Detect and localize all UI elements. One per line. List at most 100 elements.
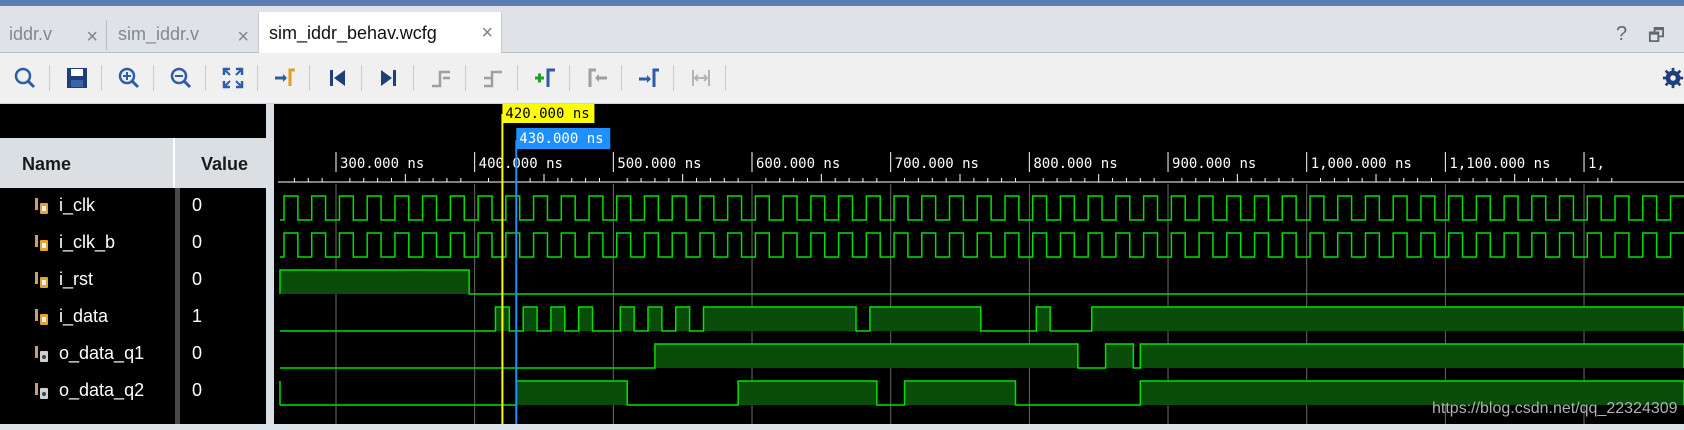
close-icon[interactable]: × (481, 23, 493, 43)
signal-list-header: Name Value (0, 138, 266, 188)
signal-value: 0 (192, 232, 203, 252)
waveform-high-fill (578, 307, 593, 331)
go-to-cursor-icon[interactable] (270, 63, 300, 93)
save-icon[interactable] (62, 63, 92, 93)
toolbar-separator (413, 65, 414, 91)
waveform-window: iddr.v × sim_iddr.v × sim_iddr_behav.wcf… (0, 0, 1684, 430)
next-marker-icon[interactable] (634, 63, 664, 93)
tab-label: sim_iddr_behav.wcfg (269, 23, 437, 43)
toolbar-separator (517, 65, 518, 91)
waveform-trace (279, 269, 1684, 295)
pane-divider[interactable] (266, 104, 274, 424)
toolbar-separator (49, 65, 50, 91)
toolbar-separator (257, 65, 258, 91)
signal-name: o_data_q2 (59, 380, 145, 400)
secondary-cursor-label: 430.000 ns (519, 131, 603, 147)
toolbar-separator (309, 65, 310, 91)
close-icon[interactable]: × (86, 27, 98, 47)
previous-transition-icon[interactable] (426, 63, 456, 93)
go-to-last-time-icon[interactable] (374, 63, 404, 93)
close-icon[interactable]: × (237, 27, 249, 47)
signal-row-i-clk-b[interactable]: i_clk_b 0 (0, 225, 266, 262)
help-icon[interactable]: ? (1616, 23, 1627, 46)
waveform-high-fill (1140, 344, 1684, 368)
signal-value: 0 (192, 343, 203, 363)
zoom-in-icon[interactable] (114, 63, 144, 93)
toolbar-separator (361, 65, 362, 91)
restore-icon[interactable]: 🗗 (1648, 23, 1665, 53)
timeline-tick-label: 900.000 ns (1172, 156, 1256, 172)
add-marker-icon[interactable] (530, 63, 560, 93)
signal-row-i-rst[interactable]: i_rst 0 (0, 262, 266, 299)
timeline-tick-label: 600.000 ns (756, 156, 840, 172)
waveform-high-fill (654, 344, 1078, 368)
waveform-high-fill (523, 307, 538, 331)
zoom-out-icon[interactable] (166, 63, 196, 93)
input-port-icon (35, 309, 48, 325)
input-port-icon (35, 272, 48, 288)
waveform-trace (280, 195, 1684, 221)
timeline-tick-label: 800.000 ns (1033, 156, 1117, 172)
timeline-tick-label: 1,000.000 ns (1311, 156, 1412, 172)
name-column-header[interactable]: Name (0, 138, 175, 188)
waveform-high-fill (280, 270, 470, 294)
timeline-tick-label: 700.000 ns (895, 156, 979, 172)
signal-row-o-data-q1[interactable]: o_data_q1 0 (0, 336, 266, 373)
signal-value: 0 (192, 195, 203, 215)
primary-cursor-label: 420.000 ns (505, 106, 589, 122)
signal-value: 0 (192, 269, 203, 289)
output-port-icon (35, 346, 48, 362)
tab-separator (106, 20, 107, 50)
settings-icon[interactable] (1662, 63, 1684, 93)
value-column-header[interactable]: Value (180, 138, 266, 188)
signal-row-i-clk[interactable]: i_clk 0 (0, 188, 266, 225)
tab-sim-iddr-behav-wcfg[interactable]: sim_iddr_behav.wcfg × (258, 12, 502, 55)
watermark: https://blog.csdn.net/qq_22324309 (1432, 400, 1678, 417)
toolbar-separator (621, 65, 622, 91)
tab-iddr-v[interactable]: iddr.v × (0, 16, 106, 53)
waveform-high-fill (516, 381, 628, 405)
swap-cursors-icon[interactable] (686, 63, 716, 93)
tab-sim-iddr-v[interactable]: sim_iddr.v × (109, 16, 257, 53)
toolbar-separator (725, 65, 726, 91)
timeline-tick-label: 300.000 ns (340, 156, 424, 172)
input-port-icon (35, 235, 48, 251)
input-port-icon (35, 198, 48, 214)
search-icon[interactable] (10, 63, 40, 93)
waveform-trace (280, 232, 1684, 258)
signal-name: i_data (59, 306, 109, 326)
waveform-high-fill (1105, 344, 1134, 368)
signal-name: i_rst (59, 269, 94, 289)
waveform-high-fill (738, 381, 877, 405)
timeline-tick-label: 500.000 ns (617, 156, 701, 172)
signal-name: i_clk_b (59, 232, 116, 252)
go-to-time-zero-icon[interactable] (322, 63, 352, 93)
waveform-high-fill (620, 307, 635, 331)
timeline-tick-label: 1,100.000 ns (1449, 156, 1550, 172)
toolbar (0, 53, 1684, 104)
toolbar-separator (101, 65, 102, 91)
next-transition-icon[interactable] (478, 63, 508, 93)
waveform-high-fill (1091, 307, 1684, 331)
waveform-high-fill (703, 307, 857, 331)
signal-row-o-data-q2[interactable]: o_data_q2 0 (0, 373, 266, 410)
waveform-canvas[interactable]: 300.000 ns 400.000 ns 500.000 ns 600.000 ns… (274, 104, 1684, 424)
toolbar-separator (569, 65, 570, 91)
toolbar-separator (205, 65, 206, 91)
signal-name: o_data_q1 (59, 343, 145, 363)
signal-value: 1 (192, 306, 203, 326)
waveform-high-fill (675, 307, 690, 331)
waveform-high-fill (1036, 307, 1051, 331)
waveform-high-fill (648, 307, 662, 331)
signal-name: i_clk (59, 195, 96, 215)
tab-label: sim_iddr.v (118, 24, 200, 44)
bottom-border (0, 424, 1684, 430)
previous-marker-icon[interactable] (582, 63, 612, 93)
waveform-high-fill (869, 307, 981, 331)
zoom-fit-icon[interactable] (218, 63, 248, 93)
signal-row-i-data[interactable]: i_data 1 (0, 299, 266, 336)
waveform-high-fill (550, 307, 565, 331)
toolbar-separator (465, 65, 466, 91)
toolbar-separator (673, 65, 674, 91)
timeline-tick-label: 400.000 ns (479, 156, 563, 172)
